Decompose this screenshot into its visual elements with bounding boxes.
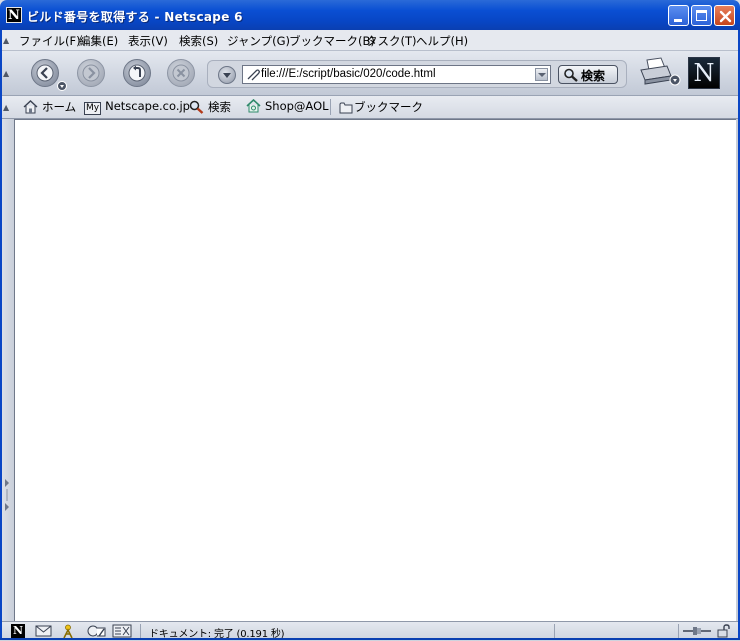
menu-view[interactable]: 表示(V) — [128, 33, 168, 49]
maximize-button[interactable] — [691, 5, 712, 26]
url-field[interactable]: file:///E:/script/basic/020/code.html — [242, 65, 551, 84]
page-content[interactable] — [14, 119, 737, 622]
minimize-button[interactable] — [668, 5, 689, 26]
title-bar[interactable]: N ビルド番号を取得する - Netscape 6 — [0, 0, 740, 30]
my-icon: My — [84, 102, 102, 115]
print-icon[interactable] — [639, 56, 683, 88]
instant-messenger-icon[interactable] — [61, 624, 75, 639]
menu-edit[interactable]: 編集(E) — [79, 33, 118, 49]
back-history-dropdown[interactable] — [57, 81, 67, 91]
home-icon — [23, 100, 38, 114]
stop-button[interactable] — [167, 59, 195, 87]
online-status-icon[interactable] — [683, 626, 711, 636]
shop-aol-link[interactable]: Shop@AOL — [246, 99, 329, 113]
forward-icon — [82, 64, 100, 82]
home-label: ホーム — [42, 100, 77, 114]
reload-icon — [128, 64, 146, 82]
netscape-app-icon[interactable]: N — [6, 7, 22, 23]
status-separator — [554, 624, 555, 639]
shop-aol-label: Shop@AOL — [265, 99, 329, 113]
search-link[interactable]: 検索 — [189, 99, 231, 115]
url-bar: file:///E:/script/basic/020/code.html 検索 — [207, 60, 627, 88]
reload-button[interactable] — [123, 59, 151, 87]
netscape-logo[interactable]: N — [688, 57, 720, 89]
menu-tasks[interactable]: タスク(T) — [366, 33, 417, 49]
window-left-border — [0, 30, 2, 640]
netscape-co-jp-label: Netscape.co.jp — [105, 99, 190, 113]
status-separator — [140, 624, 141, 639]
menu-help[interactable]: ヘルプ(H) — [416, 33, 468, 49]
home-button[interactable]: ホーム — [23, 99, 76, 115]
menu-bookmarks[interactable]: ブックマーク(B) — [289, 33, 375, 49]
url-dropdown-button[interactable] — [218, 66, 236, 84]
personal-toolbar: ▲ ホーム My Netscape.co.jp 検索 Shop@AOL ブックマ… — [0, 96, 740, 119]
status-separator — [678, 624, 679, 639]
sidebar-collapsed[interactable] — [0, 119, 14, 621]
search-button-label: 検索 — [581, 69, 606, 83]
back-button[interactable] — [31, 59, 59, 87]
menu-go[interactable]: ジャンプ(G) — [227, 33, 290, 49]
search-icon — [189, 100, 204, 114]
close-button[interactable] — [714, 5, 735, 26]
bookmarks-folder-button[interactable]: ブックマーク — [339, 99, 423, 115]
toolbar-separator — [330, 99, 331, 115]
menu-search[interactable]: 検索(S) — [179, 33, 218, 49]
browser-window: N ビルド番号を取得する - Netscape 6 ▲ ファイル(F) 編集(E… — [0, 0, 740, 641]
netscape-co-jp-link[interactable]: My Netscape.co.jp — [84, 99, 190, 115]
security-lock-icon[interactable] — [716, 624, 732, 638]
stop-icon — [172, 64, 190, 82]
composer-icon[interactable] — [87, 624, 107, 638]
close-icon — [719, 10, 732, 23]
menubar-grip-icon[interactable]: ▲ — [3, 36, 11, 45]
shop-icon — [246, 99, 261, 113]
netscape-icon[interactable]: N — [11, 624, 25, 638]
window-title: ビルド番号を取得する - Netscape 6 — [27, 10, 243, 24]
mail-icon[interactable] — [35, 624, 52, 638]
bookmarks-folder-label: ブックマーク — [354, 100, 423, 114]
folder-icon — [339, 102, 353, 114]
menu-file[interactable]: ファイル(F) — [19, 33, 81, 49]
page-proxy-icon[interactable] — [246, 68, 260, 81]
url-history-dropdown[interactable] — [535, 68, 548, 81]
sidebar-toggle-icon[interactable] — [4, 459, 10, 519]
url-text[interactable]: file:///E:/script/basic/020/code.html — [261, 68, 436, 80]
personalbar-grip-icon[interactable]: ▲ — [3, 103, 11, 112]
search-link-label: 検索 — [208, 100, 231, 114]
search-button[interactable]: 検索 — [558, 65, 618, 84]
navbar-grip-icon[interactable]: ▲ — [3, 69, 11, 78]
search-icon — [564, 68, 578, 82]
back-icon — [36, 64, 54, 82]
menu-bar: ▲ ファイル(F) 編集(E) 表示(V) 検索(S) ジャンプ(G) ブックマ… — [0, 30, 740, 51]
navigation-toolbar: ▲ file:///E:/script/basic/020/code.html … — [0, 51, 740, 96]
address-book-icon[interactable] — [112, 624, 132, 638]
forward-button[interactable] — [77, 59, 105, 87]
